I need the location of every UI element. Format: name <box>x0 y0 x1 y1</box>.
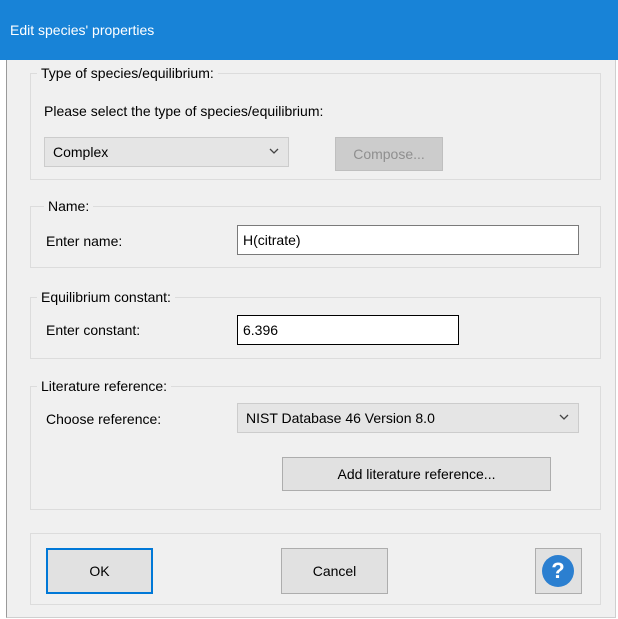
help-icon-glyph: ? <box>551 558 565 583</box>
constant-input[interactable]: 6.396 <box>237 315 459 345</box>
name-group-legend: Name: <box>44 198 94 214</box>
compose-button-label: Compose... <box>353 146 425 162</box>
type-prompt: Please select the type of species/equili… <box>44 103 324 119</box>
species-type-value: Complex <box>53 144 109 160</box>
add-reference-label: Add literature reference... <box>337 466 496 482</box>
constant-input-value: 6.396 <box>243 322 279 338</box>
species-type-combo[interactable]: Complex <box>44 137 289 167</box>
cancel-button[interactable]: Cancel <box>281 548 388 594</box>
cancel-button-label: Cancel <box>312 563 357 579</box>
ok-button-label: OK <box>89 563 110 579</box>
name-label: Enter name: <box>46 233 123 249</box>
type-group-legend: Type of species/equilibrium: <box>37 65 218 81</box>
window-title: Edit species' properties <box>10 22 155 38</box>
constant-label: Enter constant: <box>46 322 141 338</box>
chevron-down-icon <box>269 148 279 154</box>
name-input-value: H(citrate) <box>243 232 301 248</box>
help-icon: ? <box>542 555 574 587</box>
name-input[interactable]: H(citrate) <box>237 225 579 255</box>
ok-button[interactable]: OK <box>46 548 153 594</box>
constant-group-legend: Equilibrium constant: <box>37 289 175 305</box>
reference-combo[interactable]: NIST Database 46 Version 8.0 <box>237 403 579 433</box>
reference-combo-value: NIST Database 46 Version 8.0 <box>246 410 435 426</box>
title-bar[interactable]: Edit species' properties <box>0 0 618 60</box>
compose-button[interactable]: Compose... <box>335 137 443 171</box>
chevron-down-icon <box>559 414 569 420</box>
add-literature-reference-button[interactable]: Add literature reference... <box>282 457 551 491</box>
reference-group-legend: Literature reference: <box>37 378 172 394</box>
reference-label: Choose reference: <box>46 411 162 427</box>
